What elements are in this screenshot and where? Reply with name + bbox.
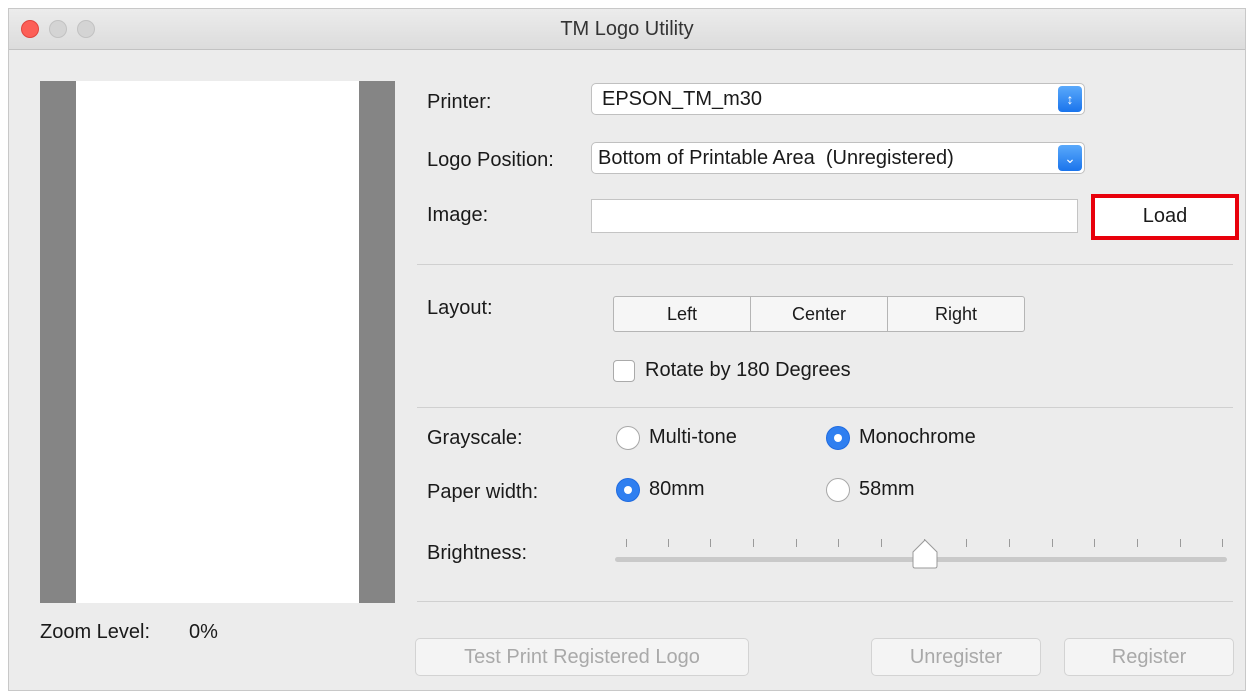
unregister-button[interactable]: Unregister (871, 638, 1041, 676)
zoom-level-label: Zoom Level: (40, 621, 151, 643)
multi-tone-radio[interactable] (616, 426, 640, 450)
slider-tick (881, 539, 882, 547)
zoom-level-value: 0% (189, 621, 218, 643)
chevron-down-icon: ⌄ (1058, 145, 1082, 171)
slider-tick (1137, 539, 1138, 547)
register-button[interactable]: Register (1064, 638, 1234, 676)
test-print-registered-logo-button[interactable]: Test Print Registered Logo (415, 638, 749, 676)
slider-tick (966, 539, 967, 547)
brightness-slider-thumb[interactable] (912, 539, 938, 569)
printer-select-value: EPSON_TM_m30 (602, 88, 763, 110)
up-down-chevron-icon: ↕ (1058, 86, 1082, 112)
divider (417, 264, 1233, 265)
logo-position-select[interactable]: Bottom of Printable Area (Unregistered) … (591, 142, 1085, 174)
layout-label: Layout: (427, 297, 493, 319)
slider-tick (1094, 539, 1095, 547)
image-path-field[interactable] (591, 199, 1078, 233)
divider (417, 407, 1233, 408)
slider-tick (838, 539, 839, 547)
slider-tick (796, 539, 797, 547)
slider-tick (1222, 539, 1223, 547)
rotate-180-checkbox[interactable] (613, 360, 635, 382)
grayscale-label: Grayscale: (427, 427, 523, 449)
load-button-label: Load (1142, 205, 1188, 227)
slider-tick (626, 539, 627, 547)
load-button[interactable]: Load (1091, 194, 1239, 240)
title-bar: TM Logo Utility (9, 9, 1245, 50)
layout-right-button[interactable]: Right (888, 297, 1024, 331)
printer-select[interactable]: EPSON_TM_m30 ↕ (591, 83, 1085, 115)
slider-tick (1009, 539, 1010, 547)
divider (417, 601, 1233, 602)
preview-margin-right (359, 81, 395, 603)
monochrome-radio[interactable] (826, 426, 850, 450)
logo-position-label: Logo Position: (427, 149, 554, 171)
slider-tick (1180, 539, 1181, 547)
slider-tick (1052, 539, 1053, 547)
paper-width-label: Paper width: (427, 481, 539, 503)
paper-80mm-label: 80mm (649, 478, 705, 500)
printer-label: Printer: (427, 91, 492, 113)
layout-left-button[interactable]: Left (614, 297, 751, 331)
brightness-label: Brightness: (427, 542, 528, 564)
paper-58mm-radio[interactable] (826, 478, 850, 502)
paper-80mm-radio[interactable] (616, 478, 640, 502)
monochrome-label: Monochrome (859, 426, 976, 448)
layout-center-button[interactable]: Center (751, 297, 888, 331)
slider-tick (710, 539, 711, 547)
window-title: TM Logo Utility (560, 18, 694, 40)
app-window: TM Logo Utility Zoom Level: 0% Printer: … (8, 8, 1246, 691)
logo-position-select-value: Bottom of Printable Area (Unregistered) (598, 147, 954, 169)
rotate-180-label: Rotate by 180 Degrees (645, 359, 851, 381)
preview-margin-left (40, 81, 76, 603)
paper-58mm-label: 58mm (859, 478, 915, 500)
multi-tone-label: Multi-tone (649, 426, 737, 448)
layout-segmented-control: Left Center Right (613, 296, 1025, 332)
image-label: Image: (427, 204, 489, 226)
slider-tick (668, 539, 669, 547)
logo-preview (40, 81, 395, 603)
slider-tick (753, 539, 754, 547)
